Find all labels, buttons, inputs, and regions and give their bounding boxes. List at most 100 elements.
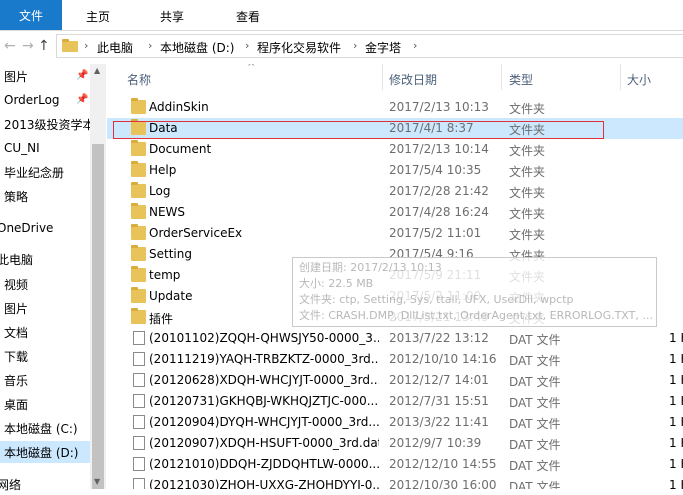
file-date: 2017/5/2 11:01: [389, 226, 482, 240]
file-name: Setting: [149, 247, 192, 261]
tab-home[interactable]: 主页: [86, 8, 110, 25]
sidebar-item-pictures-pinned[interactable]: 图片 📌: [0, 65, 90, 87]
breadcrumb-trading-software[interactable]: 程序化交易软件: [257, 39, 341, 56]
breadcrumb-pyramid[interactable]: 金字塔: [365, 39, 401, 56]
table-row[interactable]: (20121010)DDQH-ZJDDQHTLW-0000.... 2012/12…: [107, 454, 683, 475]
ribbon: 文件 主页 共享 查看: [0, 0, 683, 31]
sidebar-item-documents[interactable]: 文档: [0, 321, 90, 343]
file-type: DAT 文件: [509, 354, 561, 368]
table-row[interactable]: NEWS 2017/4/28 16:24 文件夹: [107, 202, 683, 223]
sidebar-item-desktop[interactable]: 桌面: [0, 393, 90, 415]
sidebar-item-music[interactable]: 音乐: [0, 369, 90, 391]
column-divider[interactable]: [620, 64, 621, 90]
file-type: 文件夹: [509, 102, 546, 116]
table-row[interactable]: Help 2017/5/4 10:35 文件夹: [107, 160, 683, 181]
file-type: DAT 文件: [509, 417, 561, 431]
file-name: (20120904)DYQH-WHCJYJT-0000_3rd....: [149, 415, 379, 429]
column-date[interactable]: 修改日期: [389, 71, 437, 88]
sidebar-scrollbar[interactable]: ▲ ▼: [90, 64, 106, 489]
chevron-right-icon[interactable]: ›: [245, 39, 249, 52]
file-type: DAT 文件: [509, 396, 561, 410]
pin-icon[interactable]: 📌: [76, 94, 88, 105]
tab-share[interactable]: 共享: [160, 8, 184, 25]
column-header: ^ 名称 修改日期 类型 大小: [107, 64, 683, 90]
tab-view[interactable]: 查看: [236, 8, 260, 25]
file-name: Log: [149, 184, 171, 198]
column-divider[interactable]: [382, 64, 383, 90]
folder-icon: [131, 140, 146, 156]
column-name[interactable]: 名称: [127, 71, 151, 88]
file-name: temp: [149, 268, 181, 282]
table-row[interactable]: Document 2017/2/13 10:14 文件夹: [107, 139, 683, 160]
file-type: 文件夹: [509, 144, 546, 158]
chevron-right-icon[interactable]: ›: [413, 39, 417, 52]
table-row[interactable]: Data 2017/4/1 8:37 文件夹: [107, 118, 683, 139]
chevron-right-icon[interactable]: ›: [353, 39, 357, 52]
file-date: 2017/2/28 21:42: [389, 184, 489, 198]
sidebar-item-orderlog[interactable]: OrderLog 📌: [0, 89, 90, 111]
back-arrow-icon[interactable]: ←: [4, 38, 16, 54]
file-date: 2017/5/4 10:35: [389, 163, 482, 177]
breadcrumb-this-pc[interactable]: 此电脑: [97, 39, 133, 56]
scroll-up-icon[interactable]: ▲: [94, 66, 100, 75]
sidebar-item-drive-c[interactable]: 本地磁盘 (C:): [0, 417, 90, 439]
table-row[interactable]: (20111219)YAQH-TRBZKTZ-0000_3rd.... 2012/…: [107, 349, 683, 370]
sidebar-item-strategy[interactable]: 策略: [0, 185, 90, 207]
forward-arrow-icon[interactable]: →: [22, 38, 34, 54]
file-date: 2012/7/31 15:51: [389, 394, 489, 408]
folder-icon: [131, 224, 146, 240]
column-divider[interactable]: [501, 64, 502, 90]
file-date: 2013/3/22 11:41: [389, 415, 489, 429]
table-row[interactable]: (20120731)GKHQBJ-WKHQJZTJC-000... 2012/7/…: [107, 391, 683, 412]
file-date: 2017/4/28 16:24: [389, 205, 489, 219]
tab-file[interactable]: 文件: [0, 0, 62, 30]
table-row[interactable]: (20121030)ZHQH-UXXG-ZHQHDYYJ-0... 2012/10…: [107, 475, 683, 489]
address-bar[interactable]: › 此电脑 › 本地磁盘 (D:) › 程序化交易软件 › 金字塔 ›: [56, 34, 683, 58]
sidebar-item-onedrive[interactable]: OneDrive: [0, 217, 90, 239]
table-row[interactable]: (20120907)XDQH-HSUFT-0000_3rd.dat 2012/9/…: [107, 433, 683, 454]
file-name: OrderServiceEx: [149, 226, 243, 240]
sidebar-item-pictures[interactable]: 图片: [0, 297, 90, 319]
sidebar-item-network[interactable]: 网络: [0, 473, 90, 495]
table-row[interactable]: (20120628)XDQH-WHCJYJT-0000_3rd.... 2012/…: [107, 370, 683, 391]
table-row[interactable]: OrderServiceEx 2017/5/2 11:01 文件夹: [107, 223, 683, 244]
sidebar-item-downloads[interactable]: 下载: [0, 345, 90, 367]
sidebar-item-graduation[interactable]: 毕业纪念册: [0, 161, 90, 183]
file-size: 1 K: [669, 394, 683, 408]
chevron-right-icon[interactable]: ›: [148, 39, 152, 52]
file-date: 2012/9/7 10:39: [389, 436, 482, 450]
scrollbar-thumb[interactable]: [92, 144, 104, 489]
sidebar-item-this-pc[interactable]: 此电脑: [0, 248, 90, 270]
file-name: (20121010)DDQH-ZJDDQHTLW-0000....: [149, 457, 379, 471]
up-arrow-icon[interactable]: ↑: [38, 38, 50, 54]
folder-icon: [131, 245, 146, 261]
file-name: (20121030)ZHQH-UXXG-ZHQHDYYJ-0...: [149, 478, 379, 489]
file-icon: [133, 478, 145, 489]
folder-icon: [131, 98, 146, 114]
sort-ascending-icon: ^: [247, 64, 256, 73]
column-type[interactable]: 类型: [509, 71, 533, 88]
scroll-down-icon[interactable]: ▼: [94, 477, 100, 486]
file-date: 2017/2/13 10:13: [389, 100, 489, 114]
folder-icon: [131, 119, 146, 135]
sidebar-item-videos[interactable]: 视频: [0, 273, 90, 295]
table-row[interactable]: Log 2017/2/28 21:42 文件夹: [107, 181, 683, 202]
table-row[interactable]: (20120904)DYQH-WHCJYJT-0000_3rd.... 2013/…: [107, 412, 683, 433]
folder-icon: [62, 39, 78, 52]
sidebar-item-2013[interactable]: 2013级投资学本: [0, 113, 90, 135]
sidebar-item-cu-ni[interactable]: CU_NI: [0, 137, 90, 159]
file-date: 2017/4/1 8:37: [389, 121, 474, 135]
breadcrumb-drive-d[interactable]: 本地磁盘 (D:): [160, 39, 234, 56]
table-row[interactable]: AddinSkin 2017/2/13 10:13 文件夹: [107, 97, 683, 118]
table-row[interactable]: (20101102)ZQQH-QHWSJY50-0000_3... 2013/7/…: [107, 328, 683, 349]
file-date: 2012/12/10 14:55: [389, 457, 497, 471]
folder-icon: [131, 266, 146, 282]
chevron-right-icon[interactable]: ›: [84, 39, 88, 52]
pin-icon[interactable]: 📌: [76, 70, 88, 81]
file-date: 2017/2/13 10:14: [389, 142, 489, 156]
column-size[interactable]: 大小: [627, 71, 651, 88]
file-size: 1 K: [669, 373, 683, 387]
folder-tooltip: 创建日期: 2017/2/13 10:13 大小: 22.5 MB 文件夹: c…: [292, 257, 657, 327]
file-date: 2013/7/22 13:12: [389, 331, 489, 345]
sidebar-item-drive-d[interactable]: 本地磁盘 (D:): [0, 441, 90, 463]
